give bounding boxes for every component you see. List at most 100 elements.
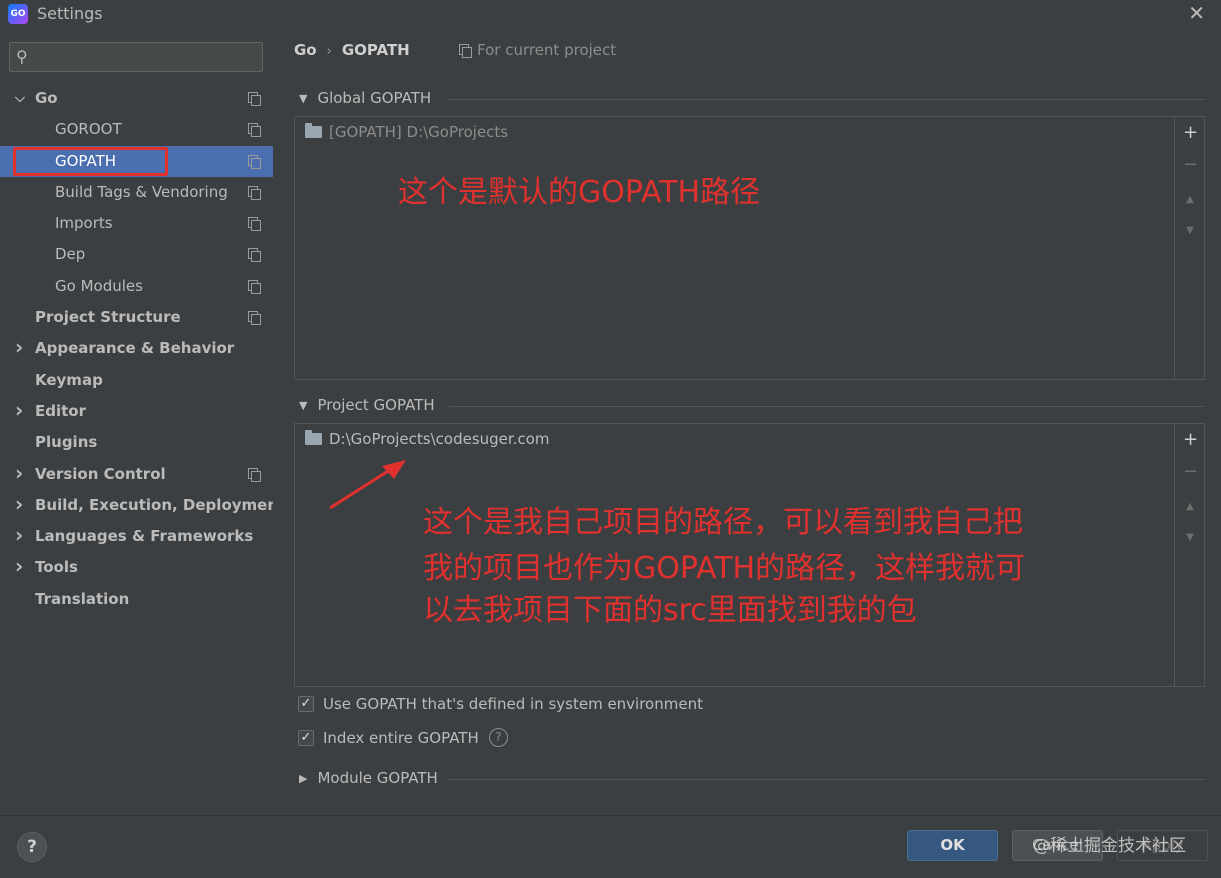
breadcrumb-go: Go <box>294 41 317 59</box>
project-scope-icon <box>248 185 261 200</box>
scope-text: For current project <box>477 41 617 59</box>
remove-icon[interactable]: − <box>1183 461 1198 482</box>
project-scope-icon <box>248 154 261 169</box>
folder-icon <box>305 123 322 138</box>
annotation-arrow <box>329 460 406 510</box>
sidebar-item-label: Project Structure <box>35 308 181 327</box>
use-env-checkbox[interactable]: ✓ <box>298 696 314 712</box>
chevron-right-icon[interactable]: › <box>15 489 23 520</box>
module-gopath-title: Module GOPATH <box>317 769 438 787</box>
search-icon: ⚲ <box>16 47 28 66</box>
global-gopath-list[interactable]: [GOPATH] D:\GoProjects + − ▲ ▼ <box>294 116 1205 380</box>
sidebar-item-go-modules[interactable]: Go Modules <box>0 271 273 302</box>
annotation-project-note-1: 这个是我自己项目的路径，可以看到我自己把 <box>423 505 1023 540</box>
search-input[interactable]: ⚲ <box>9 42 263 72</box>
watermark: @稀土掘金技术社区 <box>1033 836 1186 856</box>
sidebar-item-build-execution-deployment[interactable]: › Build, Execution, Deployment <box>0 489 285 521</box>
project-gopath-header[interactable]: ▼ Project GOPATH <box>299 396 1204 414</box>
sidebar-item-plugins[interactable]: Plugins <box>0 427 273 458</box>
add-icon[interactable]: + <box>1183 429 1198 450</box>
global-gopath-path: [GOPATH] D:\GoProjects <box>329 123 509 141</box>
sidebar-item-label: Build Tags & Vendoring <box>55 182 228 201</box>
project-gopath-path: D:\GoProjects\codesuger.com <box>329 430 550 448</box>
project-gopath-title: Project GOPATH <box>317 396 435 414</box>
dialog-footer: ? OK Cancel Apply @稀土掘金技术社区 <box>0 815 1221 878</box>
move-down-icon[interactable]: ▼ <box>1183 532 1197 543</box>
global-gopath-entry[interactable]: [GOPATH] D:\GoProjects <box>305 123 508 141</box>
sidebar-item-label: Go <box>35 89 58 107</box>
sidebar-item-tools[interactable]: › Tools <box>0 552 273 583</box>
collapse-down-icon: ▼ <box>299 398 308 412</box>
project-scope-icon <box>248 217 261 232</box>
sidebar-item-goroot[interactable]: GOROOT <box>0 114 273 145</box>
sidebar-item-label: Translation <box>35 589 130 608</box>
module-gopath-header[interactable]: ▶ Module GOPATH <box>299 769 1204 787</box>
settings-sidebar: ⚲ ⌵ Go GOROOT GOPATH Build Tags & Vendoring I… <box>0 28 285 815</box>
sidebar-item-editor[interactable]: › Editor <box>0 396 273 427</box>
sidebar-item-label: Version Control <box>35 464 166 483</box>
annotation-global-note: 这个是默认的GOPATH路径 <box>398 175 761 210</box>
sidebar-item-label: GOPATH <box>55 151 117 170</box>
scope-label: For current project <box>459 41 616 59</box>
sidebar-item-label: Build, Execution, Deployment <box>35 495 286 514</box>
project-scope-icon <box>248 311 261 326</box>
move-up-icon[interactable]: ▲ <box>1183 501 1197 512</box>
window-title: Settings <box>37 4 103 23</box>
move-up-icon[interactable]: ▲ <box>1183 194 1197 205</box>
sidebar-item-project-structure[interactable]: Project Structure <box>0 302 273 333</box>
chevron-right-icon[interactable]: › <box>15 332 23 363</box>
annotation-project-note-2: 我的项目也作为GOPATH的路径，这样我就可 <box>423 551 1026 586</box>
remove-icon[interactable]: − <box>1183 154 1198 175</box>
chevron-right-icon[interactable]: › <box>15 520 23 551</box>
index-entire-checkbox[interactable]: ✓ <box>298 729 314 746</box>
section-divider <box>449 99 1204 100</box>
project-gopath-entry[interactable]: D:\GoProjects\codesuger.com <box>305 430 550 448</box>
sidebar-item-label: Tools <box>35 558 78 577</box>
sidebar-item-version-control[interactable]: › Version Control <box>0 459 273 490</box>
chevron-right-icon[interactable]: › <box>15 395 23 426</box>
sidebar-item-label: Imports <box>55 214 113 233</box>
close-icon[interactable]: ✕ <box>1188 1 1205 25</box>
breadcrumb-gopath: GOPATH <box>341 41 410 59</box>
sidebar-item-languages-frameworks[interactable]: › Languages & Frameworks <box>0 521 273 552</box>
sidebar-item-label: Languages & Frameworks <box>35 527 254 546</box>
sidebar-item-label: GOROOT <box>55 120 122 139</box>
sidebar-item-go[interactable]: ⌵ Go <box>0 83 273 114</box>
sidebar-item-build-tags-vendoring[interactable]: Build Tags & Vendoring <box>0 177 273 208</box>
sidebar-item-translation[interactable]: Translation <box>0 584 273 615</box>
section-divider <box>449 779 1204 780</box>
help-button[interactable]: ? <box>17 832 47 862</box>
sidebar-item-label: Editor <box>35 401 86 420</box>
sidebar-item-keymap[interactable]: Keymap <box>0 365 273 396</box>
project-scope-icon <box>459 44 472 58</box>
settings-tree: ⌵ Go GOROOT GOPATH Build Tags & Vendoring Imp… <box>0 83 285 615</box>
section-divider <box>449 406 1204 407</box>
ok-button[interactable]: OK <box>907 830 998 861</box>
global-gopath-toolbar: + − ▲ ▼ <box>1174 117 1204 379</box>
sidebar-item-gopath[interactable]: GOPATH <box>0 145 273 177</box>
goland-app-icon: GO <box>8 4 28 24</box>
sidebar-item-dep[interactable]: Dep <box>0 239 273 270</box>
project-scope-icon <box>248 92 261 106</box>
project-scope-icon <box>248 248 261 263</box>
breadcrumb: Go › GOPATH <box>294 41 410 59</box>
project-gopath-toolbar: + − ▲ ▼ <box>1174 424 1204 686</box>
settings-main-panel: Go › GOPATH For current project ▼ Global G… <box>273 28 1221 815</box>
folder-icon <box>305 430 322 445</box>
index-entire-option[interactable]: ✓ Index entire GOPATH ? <box>298 728 508 747</box>
chevron-right-icon[interactable]: › <box>15 458 23 489</box>
help-circle-icon[interactable]: ? <box>488 728 508 747</box>
add-icon[interactable]: + <box>1183 122 1198 143</box>
chevron-right-icon[interactable]: › <box>15 551 23 582</box>
global-gopath-title: Global GOPATH <box>317 89 432 107</box>
sidebar-item-appearance-behavior[interactable]: › Appearance & Behavior <box>0 333 273 364</box>
global-gopath-header[interactable]: ▼ Global GOPATH <box>299 89 1204 107</box>
sidebar-item-imports[interactable]: Imports <box>0 208 273 239</box>
move-down-icon[interactable]: ▼ <box>1183 225 1197 236</box>
use-env-option[interactable]: ✓ Use GOPATH that's defined in system en… <box>298 695 703 713</box>
sidebar-item-label: Plugins <box>35 433 98 452</box>
chevron-down-icon[interactable]: ⌵ <box>15 83 25 114</box>
title-bar: GO Settings ✕ <box>0 0 1221 28</box>
project-scope-icon <box>248 123 261 138</box>
sidebar-item-label: Appearance & Behavior <box>35 339 235 358</box>
